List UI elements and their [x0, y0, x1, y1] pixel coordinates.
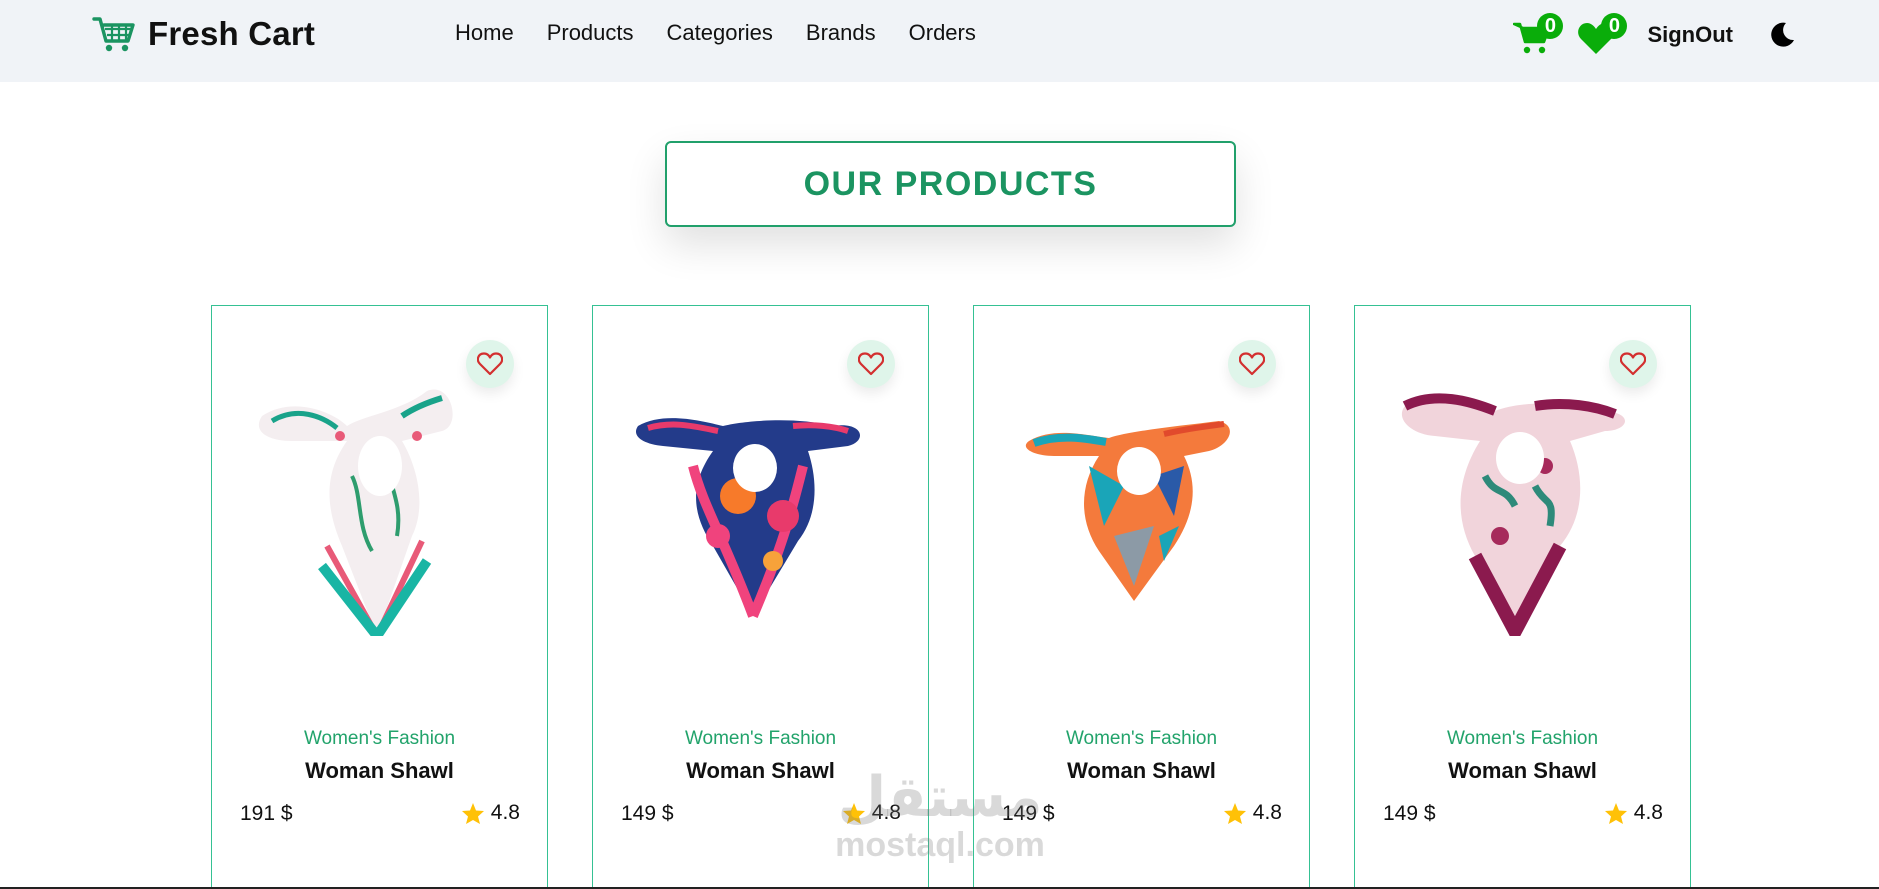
nav-home[interactable]: Home	[455, 20, 514, 46]
nav-brands[interactable]: Brands	[806, 20, 876, 46]
product-price: 191 $	[240, 802, 293, 825]
product-image	[1401, 393, 1625, 636]
product-category: Women's Fashion	[1446, 728, 1599, 749]
star-icon	[1223, 802, 1246, 824]
rating-value: 4.8	[1633, 801, 1663, 824]
brand-link[interactable]: Fresh Cart	[92, 14, 315, 54]
nav-products[interactable]: Products	[547, 20, 634, 46]
product-name: Woman Shawl	[305, 758, 454, 783]
product-grid: Women's Fashion Woman Shawl 191 $ 4.8 Wo…	[211, 305, 1691, 889]
signout-link[interactable]: SignOut	[1647, 22, 1733, 48]
product-name: Woman Shawl	[1448, 758, 1597, 783]
product-rating: 4.8	[461, 801, 520, 825]
wishlist-button[interactable]: 0	[1577, 13, 1628, 55]
product-image	[1025, 421, 1230, 601]
nav-categories[interactable]: Categories	[667, 20, 773, 46]
page-title-box: OUR PRODUCTS	[665, 141, 1236, 227]
star-icon	[1604, 802, 1627, 824]
add-to-wishlist-button[interactable]	[1228, 340, 1276, 388]
nav-orders[interactable]: Orders	[909, 20, 976, 46]
nav-actions: 0 0 SignOut	[1513, 10, 1797, 60]
product-card[interactable]: Women's Fashion Woman Shawl 191 $ 4.8	[211, 305, 548, 889]
product-price: 149 $	[1002, 802, 1055, 825]
brand-cart-icon	[92, 17, 135, 52]
brand-name: Fresh Cart	[148, 15, 316, 52]
rating-value: 4.8	[871, 801, 901, 824]
wishlist-count-badge: 0	[1601, 13, 1628, 39]
add-to-wishlist-button[interactable]	[466, 340, 514, 388]
product-card[interactable]: Women's Fashion Woman Shawl 149 $ 4.8	[973, 305, 1310, 889]
add-to-wishlist-button[interactable]	[1609, 340, 1657, 388]
moon-icon[interactable]	[1767, 20, 1797, 50]
product-card[interactable]: Women's Fashion Woman Shawl 149 $ 4.8	[1354, 305, 1691, 889]
product-name: Woman Shawl	[686, 758, 835, 783]
nav-links: Home Products Categories Brands Orders	[455, 20, 976, 46]
product-rating: 4.8	[1223, 801, 1282, 825]
page-title: OUR PRODUCTS	[803, 164, 1098, 203]
product-rating: 4.8	[842, 801, 901, 825]
product-category: Women's Fashion	[303, 728, 456, 749]
product-price: 149 $	[621, 802, 674, 825]
product-image	[635, 418, 860, 618]
product-category: Women's Fashion	[684, 728, 837, 749]
heart-outline-icon	[858, 352, 884, 376]
heart-outline-icon	[1620, 352, 1646, 376]
add-to-wishlist-button[interactable]	[847, 340, 895, 388]
star-icon	[461, 802, 484, 824]
cart-button[interactable]: 0	[1513, 13, 1564, 55]
product-card[interactable]: Women's Fashion Woman Shawl 149 $ 4.8	[592, 305, 929, 889]
navbar: Fresh Cart Home Products Categories Bran…	[0, 0, 1879, 82]
cart-count-badge: 0	[1537, 13, 1564, 39]
product-price: 149 $	[1383, 802, 1436, 825]
product-name: Woman Shawl	[1067, 758, 1216, 783]
rating-value: 4.8	[490, 801, 520, 824]
product-category: Women's Fashion	[1065, 728, 1218, 749]
rating-value: 4.8	[1252, 801, 1282, 824]
product-rating: 4.8	[1604, 801, 1663, 825]
star-icon	[842, 802, 865, 824]
heart-outline-icon	[1239, 352, 1265, 376]
heart-outline-icon	[477, 352, 503, 376]
product-image	[258, 389, 453, 636]
